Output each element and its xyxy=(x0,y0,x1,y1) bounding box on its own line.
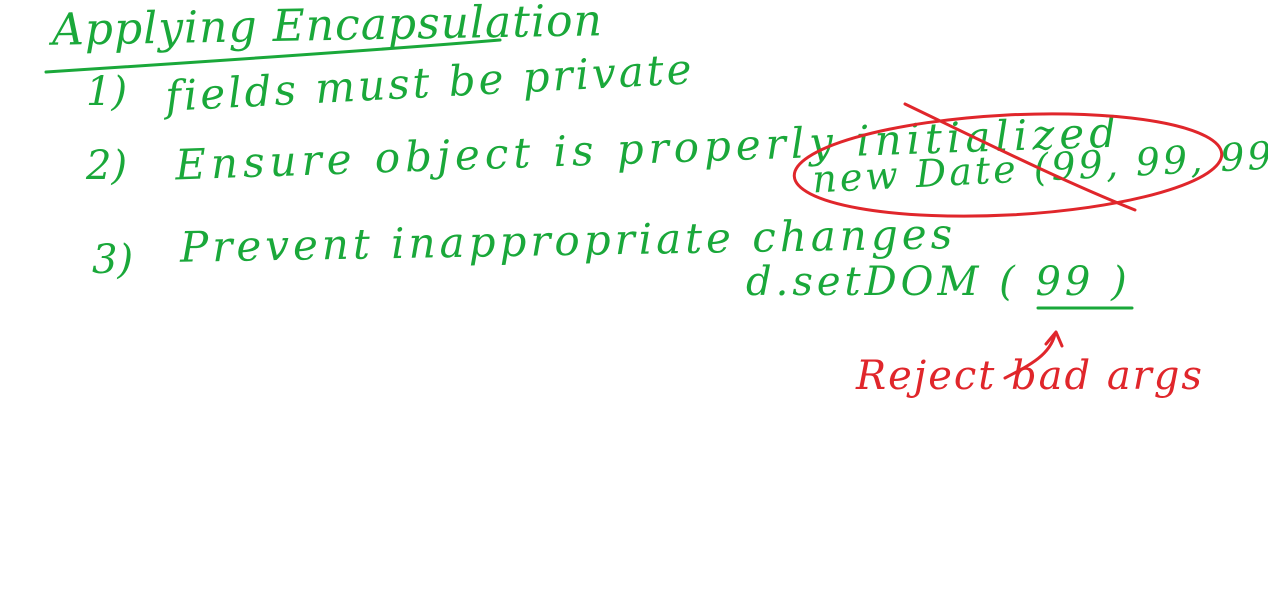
list-item-number-1: 1) xyxy=(86,69,128,115)
whiteboard-canvas: Applying Encapsulation 1) fields must be… xyxy=(0,0,1268,590)
list-item-number-2: 2) xyxy=(86,143,128,189)
setter-example: d.setDOM ( 99 ) xyxy=(746,259,1131,305)
arrow-head xyxy=(1044,330,1064,348)
list-item-text-1: fields must be private xyxy=(164,44,696,121)
page-title: Applying Encapsulation xyxy=(51,0,604,56)
reject-annotation: Reject bad args xyxy=(856,353,1204,399)
list-item-number-3: 3) xyxy=(92,237,134,283)
